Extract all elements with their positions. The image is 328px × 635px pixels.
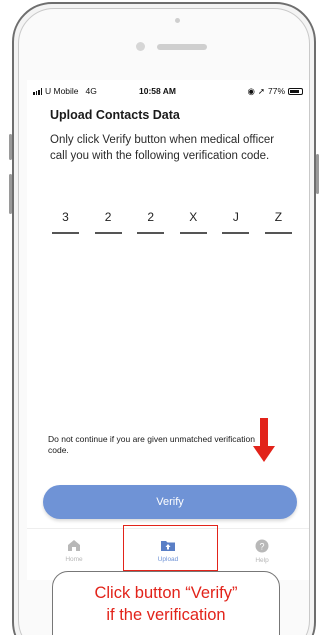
svg-text:?: ? xyxy=(259,542,264,552)
phone-camera xyxy=(136,42,145,51)
verification-code: 3 2 2 X J Z xyxy=(52,204,292,240)
signal-icon xyxy=(33,87,42,95)
battery-icon xyxy=(288,87,303,95)
phone-side-button xyxy=(9,134,12,160)
code-digit: 2 xyxy=(94,204,122,234)
phone-side-button xyxy=(316,154,319,194)
verify-button[interactable]: Verify xyxy=(43,485,297,519)
callout-text: if the verification xyxy=(106,606,226,624)
annotation-highlight-box xyxy=(123,525,218,571)
help-icon: ? xyxy=(255,539,269,553)
annotation-arrow-head xyxy=(253,446,275,462)
battery-percent: 77% xyxy=(267,86,285,96)
annotation-arrow xyxy=(260,418,268,448)
code-digit: J xyxy=(222,204,250,234)
arrow-icon: ➚ xyxy=(257,85,265,96)
status-bar: U Mobile 4G 10:58 AM ◉ ➚ 77% xyxy=(27,80,309,102)
code-digit: X xyxy=(179,204,207,234)
callout-text: Click button “Verify” xyxy=(94,584,238,602)
phone-sensor xyxy=(175,18,180,23)
app-screen: U Mobile 4G 10:58 AM ◉ ➚ 77% Upload Cont… xyxy=(27,80,309,580)
code-digit: 2 xyxy=(137,204,165,234)
status-time: 10:58 AM xyxy=(139,86,177,96)
tab-label: Help xyxy=(255,557,269,564)
code-digit: Z xyxy=(264,204,292,234)
location-icon: ◉ xyxy=(247,85,255,96)
carrier-name: U Mobile xyxy=(45,86,79,96)
network-type: 4G xyxy=(85,86,97,96)
instruction-text: Only click Verify button when medical of… xyxy=(50,134,275,162)
phone-side-button xyxy=(9,174,12,214)
home-icon xyxy=(68,540,80,551)
page-title: Upload Contacts Data xyxy=(50,108,180,122)
code-digit: 3 xyxy=(52,204,79,234)
phone-speaker xyxy=(157,44,207,50)
annotation-callout: Click button “Verify” if the verificatio… xyxy=(52,571,280,635)
tab-label: Home xyxy=(65,556,83,563)
warning-text: Do not continue if you are given unmatch… xyxy=(48,434,255,455)
